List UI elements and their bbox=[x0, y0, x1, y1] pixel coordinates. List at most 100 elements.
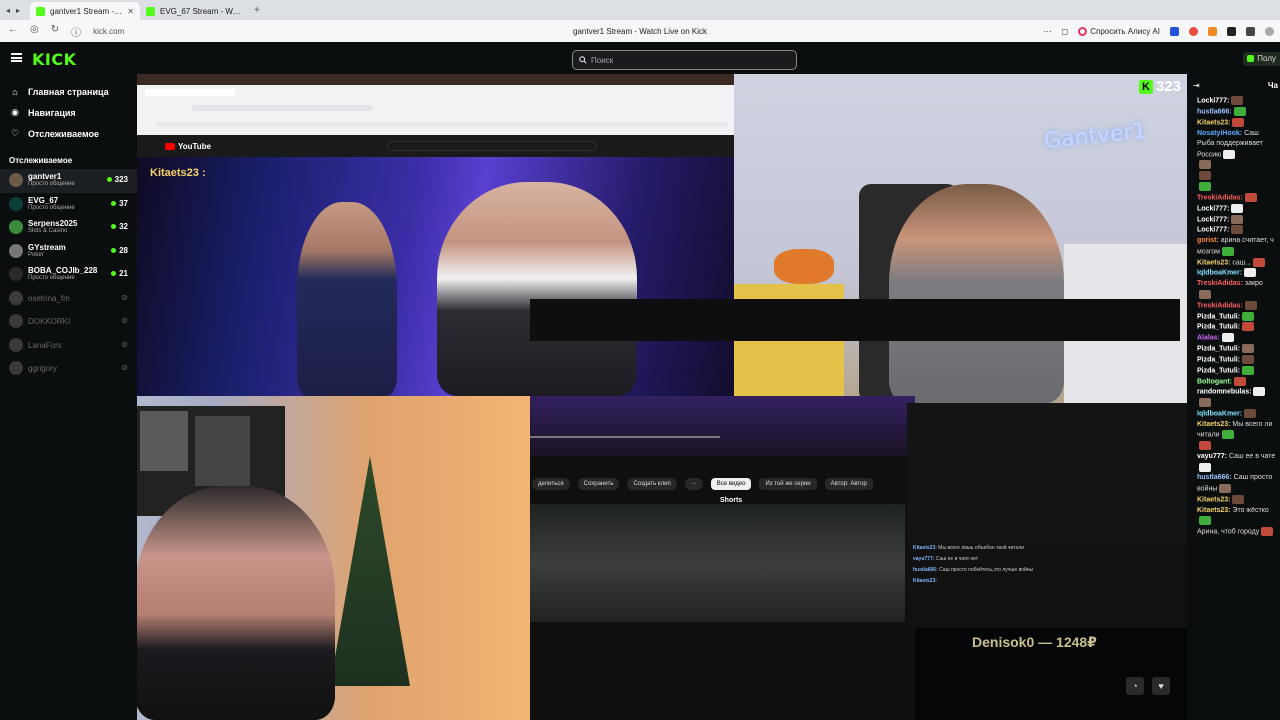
clip-button[interactable]: Создать клип bbox=[627, 478, 677, 490]
save-button[interactable]: Сохранить bbox=[577, 478, 620, 490]
ask-alice-button[interactable]: Спросить Алису AI bbox=[1078, 26, 1160, 36]
login-button[interactable]: Полу bbox=[1243, 52, 1280, 66]
new-tab-icon[interactable]: + bbox=[254, 5, 260, 16]
chat-username[interactable]: Locki777: bbox=[1197, 97, 1229, 104]
tab-gantver1[interactable]: gantver1 Stream - Watch Live on Kick ✕ bbox=[30, 2, 140, 20]
chat-username[interactable]: TreskiAdidas: bbox=[1197, 280, 1243, 287]
kick-logo[interactable]: KICK bbox=[32, 50, 77, 69]
window-controls[interactable]: ◂ ▸ bbox=[0, 6, 30, 15]
chat-message: IqldboaKmer: bbox=[1187, 268, 1280, 279]
chat-username[interactable]: Alalas: bbox=[1197, 335, 1220, 342]
emote-icon bbox=[1242, 311, 1255, 321]
search-box[interactable] bbox=[572, 50, 797, 70]
sidebar-channel[interactable]: BOBA_COJIb_228 Просто общение 21 bbox=[0, 263, 137, 287]
sidebar-channel-offline[interactable]: osetrina_fm ⊘ bbox=[0, 287, 137, 311]
fox-icon[interactable] bbox=[1208, 26, 1217, 36]
chat-username[interactable]: Pizda_Tutuli: bbox=[1197, 324, 1240, 331]
avatar bbox=[9, 173, 23, 187]
chat-username[interactable]: hustla666: bbox=[1197, 108, 1232, 115]
chat-username[interactable]: Kitaets23: bbox=[1197, 421, 1230, 428]
emote-icon bbox=[1242, 354, 1255, 364]
search-input[interactable] bbox=[591, 55, 781, 65]
nav-home[interactable]: ⌂ Главная страница bbox=[0, 81, 137, 102]
sidebar-channel-offline[interactable]: ggrigory ⊘ bbox=[0, 357, 137, 381]
chat-username[interactable]: NosatyiHook: bbox=[1197, 130, 1242, 137]
following-title: Отслеживаемое bbox=[9, 156, 73, 165]
chat-username[interactable]: gorist: bbox=[1197, 237, 1219, 244]
chat-message: IqldboaKmer: bbox=[1187, 409, 1280, 420]
chat-message: Locki777: bbox=[1187, 214, 1280, 226]
chat-username[interactable]: Kitaets23: bbox=[1197, 507, 1230, 514]
viewer-count: 28 bbox=[111, 246, 128, 255]
chat-username[interactable]: randomnebulas: bbox=[1197, 389, 1251, 396]
download-icon[interactable] bbox=[1246, 26, 1255, 36]
chat-username[interactable]: Pizda_Tutuli: bbox=[1197, 313, 1240, 320]
collapse-chat-icon[interactable]: ⇥ bbox=[1193, 81, 1200, 90]
emote-icon bbox=[1253, 257, 1266, 267]
reload-icon[interactable]: ↻ bbox=[51, 24, 59, 39]
nav-browse[interactable]: ◉ Навигация bbox=[0, 102, 137, 123]
shield-icon[interactable] bbox=[1170, 26, 1179, 36]
chat-username[interactable]: IqldboaKmer: bbox=[1197, 270, 1242, 277]
pin-icon[interactable]: ▸ bbox=[16, 6, 20, 15]
url-field[interactable]: kick.com bbox=[93, 27, 124, 36]
chat-username[interactable]: Pizda_Tutuli: bbox=[1197, 356, 1240, 363]
chat-username[interactable]: TreskiAdidas: bbox=[1197, 302, 1243, 309]
more-icon[interactable]: ··· bbox=[684, 478, 703, 490]
chat-username[interactable]: TreskiAdidas: bbox=[1197, 194, 1243, 201]
chat-username[interactable]: Kitaets23: bbox=[1197, 496, 1230, 503]
back-icon[interactable]: ← bbox=[8, 24, 18, 39]
forward-icon[interactable]: ◎ bbox=[30, 24, 39, 39]
emote-icon bbox=[1244, 268, 1257, 278]
extension-icon[interactable] bbox=[1189, 26, 1198, 36]
chat-username[interactable]: hustla666: bbox=[1197, 474, 1232, 481]
sidebar-channel[interactable]: EVG_67 Просто общение 37 bbox=[0, 193, 137, 217]
chat-text: саш... bbox=[1230, 258, 1252, 266]
chat-username[interactable]: Pizda_Tutuli: bbox=[1197, 367, 1240, 374]
info-icon[interactable]: ⓘ bbox=[71, 24, 81, 39]
emote-icon bbox=[1242, 365, 1255, 375]
avatar bbox=[9, 337, 23, 352]
chat-message: Pizda_Tutuli: bbox=[1187, 311, 1280, 323]
chip-author[interactable]: Автор: Автор bbox=[824, 478, 873, 490]
chat-username[interactable]: Locki777: bbox=[1197, 205, 1229, 212]
avatar bbox=[9, 290, 23, 305]
more-icon[interactable]: ⋯ bbox=[1044, 27, 1052, 36]
donation-banner bbox=[530, 299, 1180, 341]
share-button[interactable]: делиться bbox=[532, 478, 570, 490]
extension-icon[interactable] bbox=[1227, 26, 1236, 36]
chat-message: randomnebulas: bbox=[1187, 387, 1280, 398]
sidebar-channel[interactable]: GYstream Poker 28 bbox=[0, 240, 137, 264]
chat-username[interactable]: vayu777: bbox=[1197, 453, 1227, 460]
chat-username[interactable]: Locki777: bbox=[1197, 216, 1229, 223]
stream-overlay-nick: Kitaets23 : bbox=[150, 167, 206, 179]
chat-username[interactable]: Kitaets23: bbox=[1197, 119, 1230, 126]
heart-icon: ♡ bbox=[10, 128, 20, 138]
sidebar-channel-offline[interactable]: LanaFors ⊘ bbox=[0, 334, 137, 358]
emote-icon bbox=[1233, 106, 1246, 116]
overlay-chat-line: Kitaets23: bbox=[913, 578, 937, 584]
chat-username[interactable]: Locki777: bbox=[1197, 227, 1229, 234]
chat-username[interactable]: Kitaets23: bbox=[1197, 259, 1230, 266]
profile-icon[interactable] bbox=[1265, 26, 1274, 36]
nav-following[interactable]: ♡ Отслеживаемое bbox=[0, 123, 137, 144]
sidebar-channel-offline[interactable]: DOKKORKI ⊘ bbox=[0, 310, 137, 334]
chat-username[interactable]: Pizda_Tutuli: bbox=[1197, 345, 1240, 352]
chat-username[interactable]: IqldboaKmer: bbox=[1197, 410, 1242, 417]
sidebar-channel[interactable]: Serpens2025 Slots & Casino 32 bbox=[0, 216, 137, 240]
sound-icon[interactable]: ◂ bbox=[6, 6, 10, 15]
emote-icon bbox=[1244, 300, 1257, 310]
emote-icon bbox=[1231, 225, 1244, 235]
stream-chat-overlay: Kitaets23: Мы всего лишь объебон твой чи… bbox=[907, 403, 1187, 628]
chat-username[interactable]: Boltogant: bbox=[1197, 378, 1232, 385]
chip-all[interactable]: Все видео bbox=[710, 478, 752, 490]
chip-series[interactable]: Из той же серии bbox=[759, 478, 817, 490]
sidebar-channel[interactable]: gantver1 Просто общение 323 bbox=[0, 169, 137, 193]
close-icon[interactable]: ✕ bbox=[127, 7, 134, 16]
heart-icon[interactable]: ♥ bbox=[1152, 677, 1170, 695]
bell-icon[interactable]: ◔ bbox=[1126, 677, 1144, 695]
bookmark-icon[interactable]: ◻ bbox=[1062, 27, 1069, 36]
video-player[interactable]: YouTube Kitaets23 : Gantver1 K 323 делить… bbox=[137, 74, 1187, 720]
menu-icon[interactable] bbox=[11, 53, 22, 62]
tab-evg67[interactable]: EVG_67 Stream - Watch Live on Kick bbox=[140, 2, 250, 20]
